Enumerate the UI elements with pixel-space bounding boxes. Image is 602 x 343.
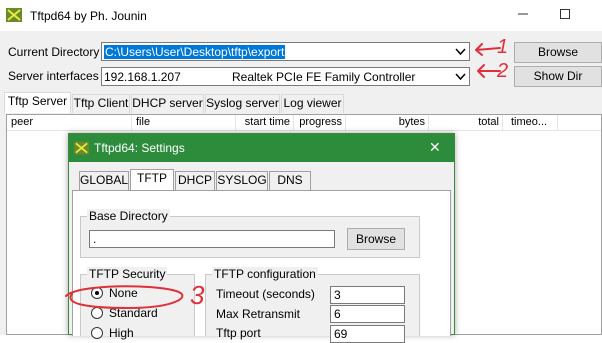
- base-directory-group: Base Directory . Browse: [80, 209, 420, 258]
- radio-high[interactable]: [91, 327, 103, 339]
- current-directory-combo[interactable]: C:\Users\User\Desktop\tftp\export: [101, 42, 470, 61]
- annotation-number-1: 1: [497, 36, 509, 58]
- window-title: Tftpd64 by Ph. Jounin: [30, 9, 147, 23]
- main-title-bar: Tftpd64 by Ph. Jounin: [0, 0, 602, 31]
- settings-title: Tftpd64: Settings: [94, 141, 185, 155]
- server-adapter-value: Realtek PCIe FE Family Controller: [232, 70, 416, 84]
- tftp-configuration-label: TFTP configuration: [212, 267, 318, 281]
- chevron-down-icon[interactable]: [452, 68, 469, 85]
- annotation-number-2: 2: [497, 60, 509, 82]
- server-interfaces-label: Server interfaces: [8, 69, 99, 83]
- tab-syslog-server[interactable]: Syslog server: [205, 94, 280, 113]
- max-retransmit-label: Max Retransmit: [216, 307, 301, 321]
- timeout-label: Timeout (seconds): [216, 287, 315, 301]
- current-directory-label: Current Directory: [8, 45, 100, 59]
- base-directory-input[interactable]: .: [89, 230, 335, 248]
- tab-log-viewer[interactable]: Log viewer: [281, 94, 344, 113]
- column-total[interactable]: total: [429, 115, 503, 131]
- settings-title-bar: Tftpd64: Settings ✕: [69, 134, 454, 162]
- server-interfaces-combo[interactable]: 192.168.1.207 Realtek PCIe FE Family Con…: [101, 67, 470, 86]
- tftp-security-label: TFTP Security: [87, 267, 168, 281]
- tftpd-app-icon: [74, 141, 89, 155]
- tftpd-app-icon: [6, 8, 22, 22]
- column-timeout[interactable]: timeo...: [503, 115, 558, 131]
- close-icon[interactable]: ✕: [429, 140, 441, 154]
- column-peer[interactable]: peer: [7, 115, 132, 131]
- base-directory-label: Base Directory: [87, 209, 170, 223]
- current-directory-value: C:\Users\User\Desktop\tftp\export: [104, 45, 286, 59]
- server-ip-value: 192.168.1.207: [104, 70, 181, 84]
- column-progress[interactable]: progress: [294, 115, 346, 131]
- column-file[interactable]: file: [132, 115, 236, 131]
- radio-high-label: High: [109, 326, 134, 340]
- timeout-input[interactable]: 3: [330, 286, 405, 304]
- settings-tab-syslog[interactable]: SYSLOG: [216, 171, 268, 190]
- column-start-time[interactable]: start time: [236, 115, 294, 131]
- show-dir-button[interactable]: Show Dir: [514, 66, 602, 87]
- tftp-port-label: Tftp port: [216, 326, 261, 340]
- annotation-number-3: 3: [190, 280, 205, 310]
- browse-button[interactable]: Browse: [514, 42, 602, 63]
- maximize-icon[interactable]: [560, 9, 570, 19]
- tab-dhcp-server[interactable]: DHCP server: [131, 94, 204, 113]
- transfer-list-header: peer file start time progress bytes tota…: [7, 115, 601, 131]
- column-bytes[interactable]: bytes: [346, 115, 429, 131]
- settings-tab-global[interactable]: GLOBAL: [79, 171, 129, 190]
- minimize-icon[interactable]: [515, 6, 531, 22]
- tab-tftp-client[interactable]: Tftp Client: [72, 94, 130, 113]
- settings-tab-dns[interactable]: DNS: [269, 171, 311, 190]
- settings-browse-button[interactable]: Browse: [347, 228, 405, 250]
- tab-tftp-server[interactable]: Tftp Server: [4, 92, 71, 113]
- chevron-down-icon[interactable]: [452, 43, 469, 60]
- settings-tab-tftp[interactable]: TFTP: [130, 169, 174, 190]
- max-retransmit-input[interactable]: 6: [330, 305, 405, 323]
- tftp-port-input[interactable]: 69: [330, 325, 405, 343]
- settings-tab-dhcp[interactable]: DHCP: [175, 171, 215, 190]
- annotation-arrows: [475, 43, 501, 78]
- tftp-configuration-group: TFTP configuration Timeout (seconds) 3 M…: [205, 267, 420, 343]
